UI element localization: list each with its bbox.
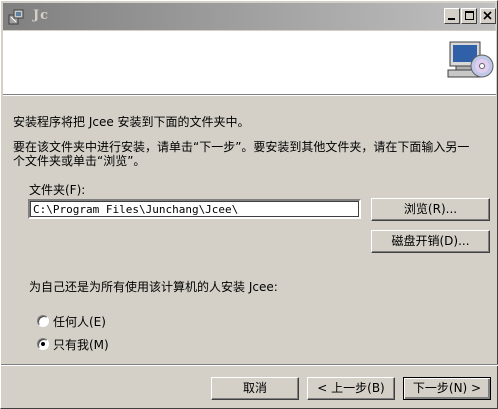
computer-cd-icon bbox=[447, 41, 494, 78]
radio-everyone[interactable] bbox=[37, 315, 49, 327]
radio-just-me-label[interactable]: 只有我(M) bbox=[53, 336, 109, 353]
intro-text-line3: 个文件夹或单击“浏览”。 bbox=[13, 154, 146, 168]
folder-path-input[interactable]: C:\Program Files\Junchang\Jcee\ bbox=[28, 199, 361, 219]
banner-separator bbox=[3, 95, 496, 96]
footer-separator-highlight bbox=[1, 365, 498, 366]
radio-everyone-label[interactable]: 任何人(E) bbox=[53, 313, 106, 330]
intro-text-line1: 安装程序将把 Jcee 安装到下面的文件夹中。 bbox=[13, 115, 250, 129]
window-title: Jc bbox=[33, 8, 50, 23]
header-banner bbox=[3, 31, 496, 95]
back-button[interactable]: < 上一步(B) bbox=[307, 377, 395, 400]
close-button[interactable] bbox=[480, 8, 496, 24]
maximize-icon bbox=[465, 11, 474, 20]
next-button[interactable]: 下一步(N) > bbox=[403, 377, 491, 400]
cancel-button[interactable]: 取消 bbox=[211, 377, 299, 400]
close-icon bbox=[483, 11, 492, 20]
install-for-prompt: 为自己还是为所有使用该计算机的人安装 Jcee: bbox=[29, 280, 278, 294]
minimize-icon bbox=[448, 18, 455, 20]
installer-app-icon bbox=[8, 9, 24, 25]
title-bar[interactable]: Jc bbox=[3, 3, 496, 30]
maximize-button[interactable] bbox=[461, 8, 477, 24]
radio-selected-dot bbox=[41, 342, 45, 346]
minimize-button[interactable] bbox=[444, 8, 460, 24]
disk-cost-button[interactable]: 磁盘开销(D)... bbox=[371, 230, 490, 253]
installer-window: Jc 安装程序将把 Jcee 安装到下面的文件夹中。 要在该文件夹中进行安装，请… bbox=[0, 0, 498, 409]
folder-label: 文件夹(F): bbox=[29, 183, 86, 197]
radio-just-me[interactable] bbox=[37, 338, 49, 350]
browse-button[interactable]: 浏览(R)... bbox=[371, 198, 490, 221]
